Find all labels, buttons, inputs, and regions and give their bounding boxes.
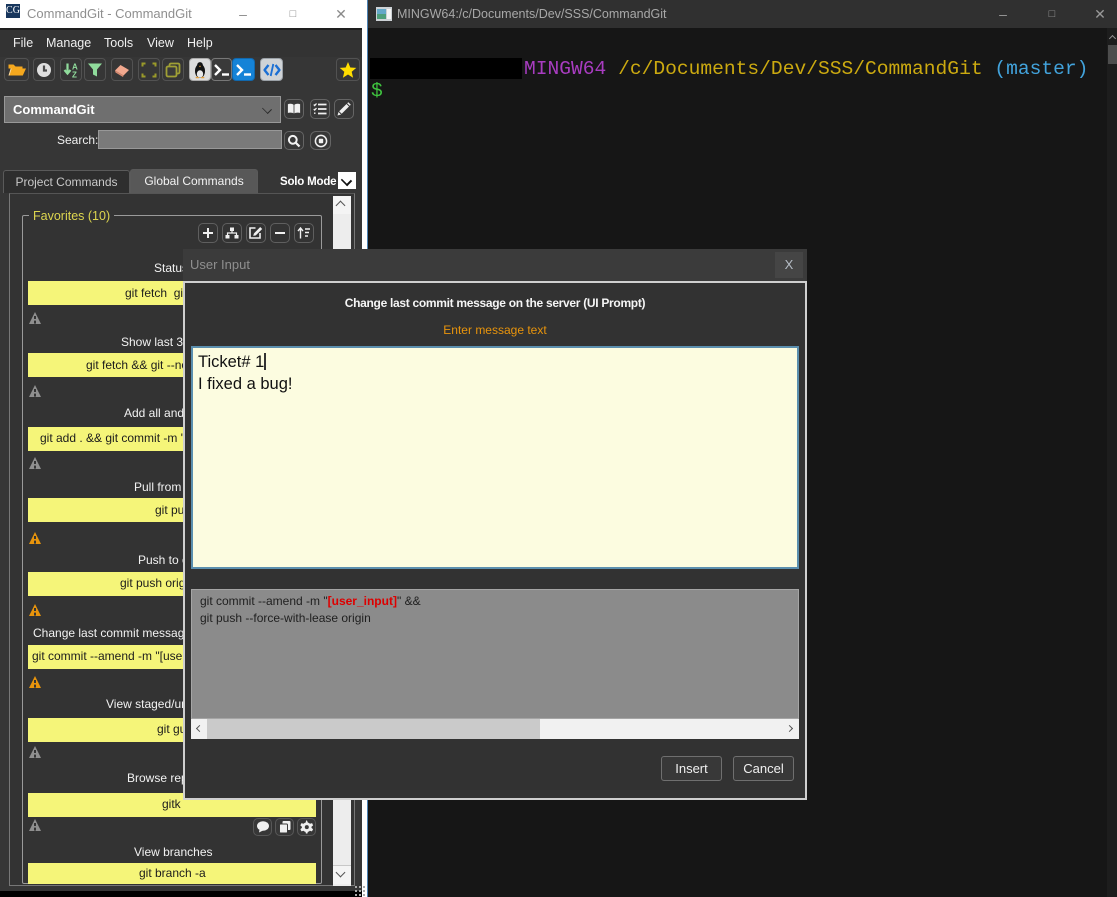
svg-text:Z: Z [72, 70, 77, 78]
